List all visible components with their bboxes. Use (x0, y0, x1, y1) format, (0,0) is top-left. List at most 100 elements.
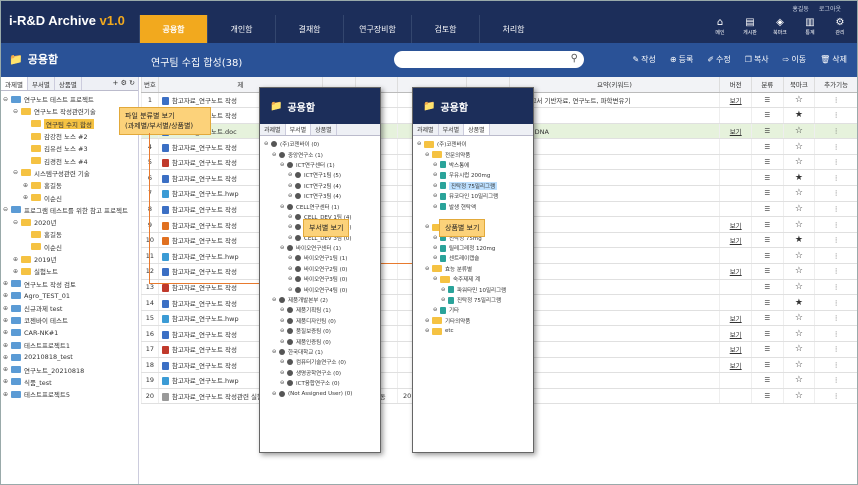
table-cell[interactable] (719, 372, 752, 389)
popup-tree-node[interactable]: ⊖ 바이오연구센터 (1) (264, 243, 380, 253)
version-link[interactable]: 보기 (730, 128, 742, 136)
tree-node[interactable]: ⊕ 신규과제 test (3, 302, 138, 314)
popup-tree-node[interactable]: ⊖ 전문의약품 (417, 149, 533, 159)
table-cell[interactable]: 보기 (719, 310, 752, 327)
popup-tree-node[interactable]: ⊖ CELL연구센터 (1) (264, 201, 380, 211)
bookmark-star-icon[interactable]: ☆ (795, 126, 803, 136)
tree-toggle-icon[interactable]: ⊖ (433, 255, 440, 261)
popup-tree-node[interactable]: ⊖ 우유시럽 200mg (417, 170, 533, 180)
top-icon-4[interactable]: ⚙ 관리 (829, 17, 851, 36)
toolbar-1-button[interactable]: ⊕ 등록 (670, 54, 693, 65)
category-icon[interactable]: ☰ (751, 232, 784, 249)
category-icon[interactable]: ☰ (751, 388, 784, 405)
version-link[interactable]: 보기 (730, 237, 742, 245)
more-icon[interactable]: ⋮ (814, 107, 857, 124)
more-icon[interactable]: ⋮ (814, 372, 857, 389)
popup-tree-node[interactable]: ⊖ 기타의약품 (417, 316, 533, 326)
sidebar-tab[interactable]: 부서별 (28, 77, 55, 90)
tree-toggle-icon[interactable]: ⊕ (3, 292, 11, 299)
tree-toggle-icon[interactable]: ⊖ (280, 328, 287, 334)
tree-toggle-icon[interactable]: ⊖ (280, 380, 287, 386)
tree-toggle-icon[interactable]: ⊖ (288, 287, 295, 293)
bookmark-star-icon[interactable]: ☆ (795, 282, 803, 292)
table-cell[interactable]: ☆ (782, 216, 815, 233)
toolbar-2-button[interactable]: ✐ 수정 (707, 54, 730, 65)
category-icon[interactable]: ☰ (751, 357, 784, 374)
toolbar-5-button[interactable]: 🗑 삭제 (820, 54, 847, 65)
tree-toggle-icon[interactable]: ⊖ (433, 193, 440, 199)
popup-tab[interactable]: 부서별 (439, 124, 465, 135)
table-cell[interactable]: ☆ (782, 92, 815, 109)
tree-toggle-icon[interactable]: ⊖ (433, 307, 440, 313)
bookmark-star-icon[interactable]: ☆ (795, 188, 803, 198)
table-cell[interactable]: ☆ (782, 372, 815, 389)
category-icon[interactable]: ☰ (751, 263, 784, 280)
more-icon[interactable]: ⋮ (814, 92, 857, 109)
table-cell[interactable]: ☆ (782, 247, 815, 265)
tree-toggle-icon[interactable]: ⊖ (288, 224, 295, 230)
tree-toggle-icon[interactable]: ⊖ (13, 169, 21, 176)
tree-toggle-icon[interactable]: ⊖ (280, 162, 287, 168)
category-icon[interactable]: ☰ (751, 169, 784, 187)
table-cell[interactable] (719, 247, 752, 265)
popup-tree-node[interactable]: ⊖ 바이오연구4팀 (0) (264, 284, 380, 294)
popup-tree-node[interactable]: ⊖ ICT융합연구소 (0) (264, 378, 380, 388)
tree-toggle-icon[interactable]: ⊖ (425, 266, 432, 272)
bookmark-star-icon[interactable]: ☆ (795, 344, 803, 354)
tree-toggle-icon[interactable]: ⊖ (288, 276, 295, 282)
more-icon[interactable]: ⋮ (814, 232, 857, 249)
table-cell[interactable]: ★ (782, 294, 815, 311)
toolbar-4-button[interactable]: ⇨ 이동 (783, 54, 806, 65)
column-header[interactable]: 요약(키워드) (508, 77, 720, 93)
tree-toggle-icon[interactable]: ⊖ (288, 255, 295, 261)
top-icon-2[interactable]: ◈ 북마크 (769, 17, 791, 36)
more-icon[interactable]: ⋮ (814, 123, 857, 140)
tree-node[interactable]: ⊕ Agro_TEST_01 (3, 290, 138, 302)
bookmark-star-icon[interactable]: ☆ (795, 157, 803, 167)
tree-toggle-icon[interactable]: ⊖ (272, 297, 279, 303)
tree-toggle-icon[interactable]: ⊖ (280, 339, 287, 345)
tree-node[interactable]: 김유선 노스 #3 (3, 142, 138, 154)
tree-node[interactable]: 김경천 노스 #4 (3, 154, 138, 166)
more-icon[interactable]: ⋮ (814, 216, 857, 233)
tree-toggle-icon[interactable]: ⊖ (288, 235, 295, 241)
tree-toggle-icon[interactable]: ⊕ (3, 354, 11, 361)
version-link[interactable]: 보기 (730, 362, 742, 370)
table-cell[interactable]: ★ (782, 232, 815, 249)
sidebar-tab[interactable]: 상품별 (55, 77, 82, 90)
tree-toggle-icon[interactable]: ⊕ (13, 256, 21, 263)
tree-toggle-icon[interactable]: ⊖ (425, 318, 432, 324)
popup-tree-node[interactable]: ⊖ 뮤코다인 10밀리그램 (417, 191, 533, 201)
tree-node[interactable]: ⊕ 20210818_test (3, 351, 138, 363)
tree-tools[interactable]: + ⚙ ↻ (110, 77, 138, 90)
tree-node[interactable]: ⊕ 코젠바이 테스트 (3, 314, 138, 326)
category-icon[interactable]: ☰ (751, 154, 784, 171)
tree-toggle-icon[interactable]: ⊖ (425, 152, 432, 158)
popup-tree-node[interactable]: ⊖ 바이오연구1팀 (1) (264, 253, 380, 263)
more-icon[interactable]: ⋮ (814, 247, 857, 265)
popup-tree-node[interactable]: ⊖ ICT연구센터 (1) (264, 160, 380, 170)
table-cell[interactable]: 보기 (719, 263, 752, 280)
table-cell[interactable]: ☆ (782, 341, 815, 358)
popup-tree-node[interactable]: ⊖ (주)코젠바이 (0) (264, 139, 380, 149)
bookmark-star-icon[interactable]: ☆ (795, 204, 803, 214)
tree-toggle-icon[interactable]: ⊖ (433, 204, 440, 210)
tree-toggle-icon[interactable]: ⊖ (13, 219, 21, 226)
more-icon[interactable]: ⋮ (814, 310, 857, 327)
bookmark-star-icon[interactable]: ☆ (795, 220, 803, 230)
tree-toggle-icon[interactable]: ⊖ (417, 141, 424, 147)
popup-tab[interactable]: 과제별 (413, 124, 439, 135)
table-cell[interactable]: 보기 (719, 357, 752, 374)
popup-tree-node[interactable]: ⊖ etc (417, 326, 533, 336)
tree-toggle-icon[interactable]: ⊖ (425, 224, 432, 230)
tree-toggle-icon[interactable]: ⊖ (280, 307, 287, 313)
popup-tree-node[interactable]: ⊖ 바이오연구3팀 (0) (264, 274, 380, 284)
table-cell[interactable] (719, 279, 752, 296)
table-cell[interactable] (719, 169, 752, 187)
popup-tree-node[interactable]: ⊖ 기타 (417, 305, 533, 315)
tree-toggle-icon[interactable]: ⊖ (441, 287, 448, 293)
popup-tree-node[interactable]: ⊖ 컴퓨터기술연구소 (0) (264, 357, 380, 367)
more-icon[interactable]: ⋮ (814, 154, 857, 171)
tree-toggle-icon[interactable]: ⊕ (13, 268, 21, 275)
popup-tree-node[interactable]: ⊖ ICT연구2팀 (4) (264, 181, 380, 191)
